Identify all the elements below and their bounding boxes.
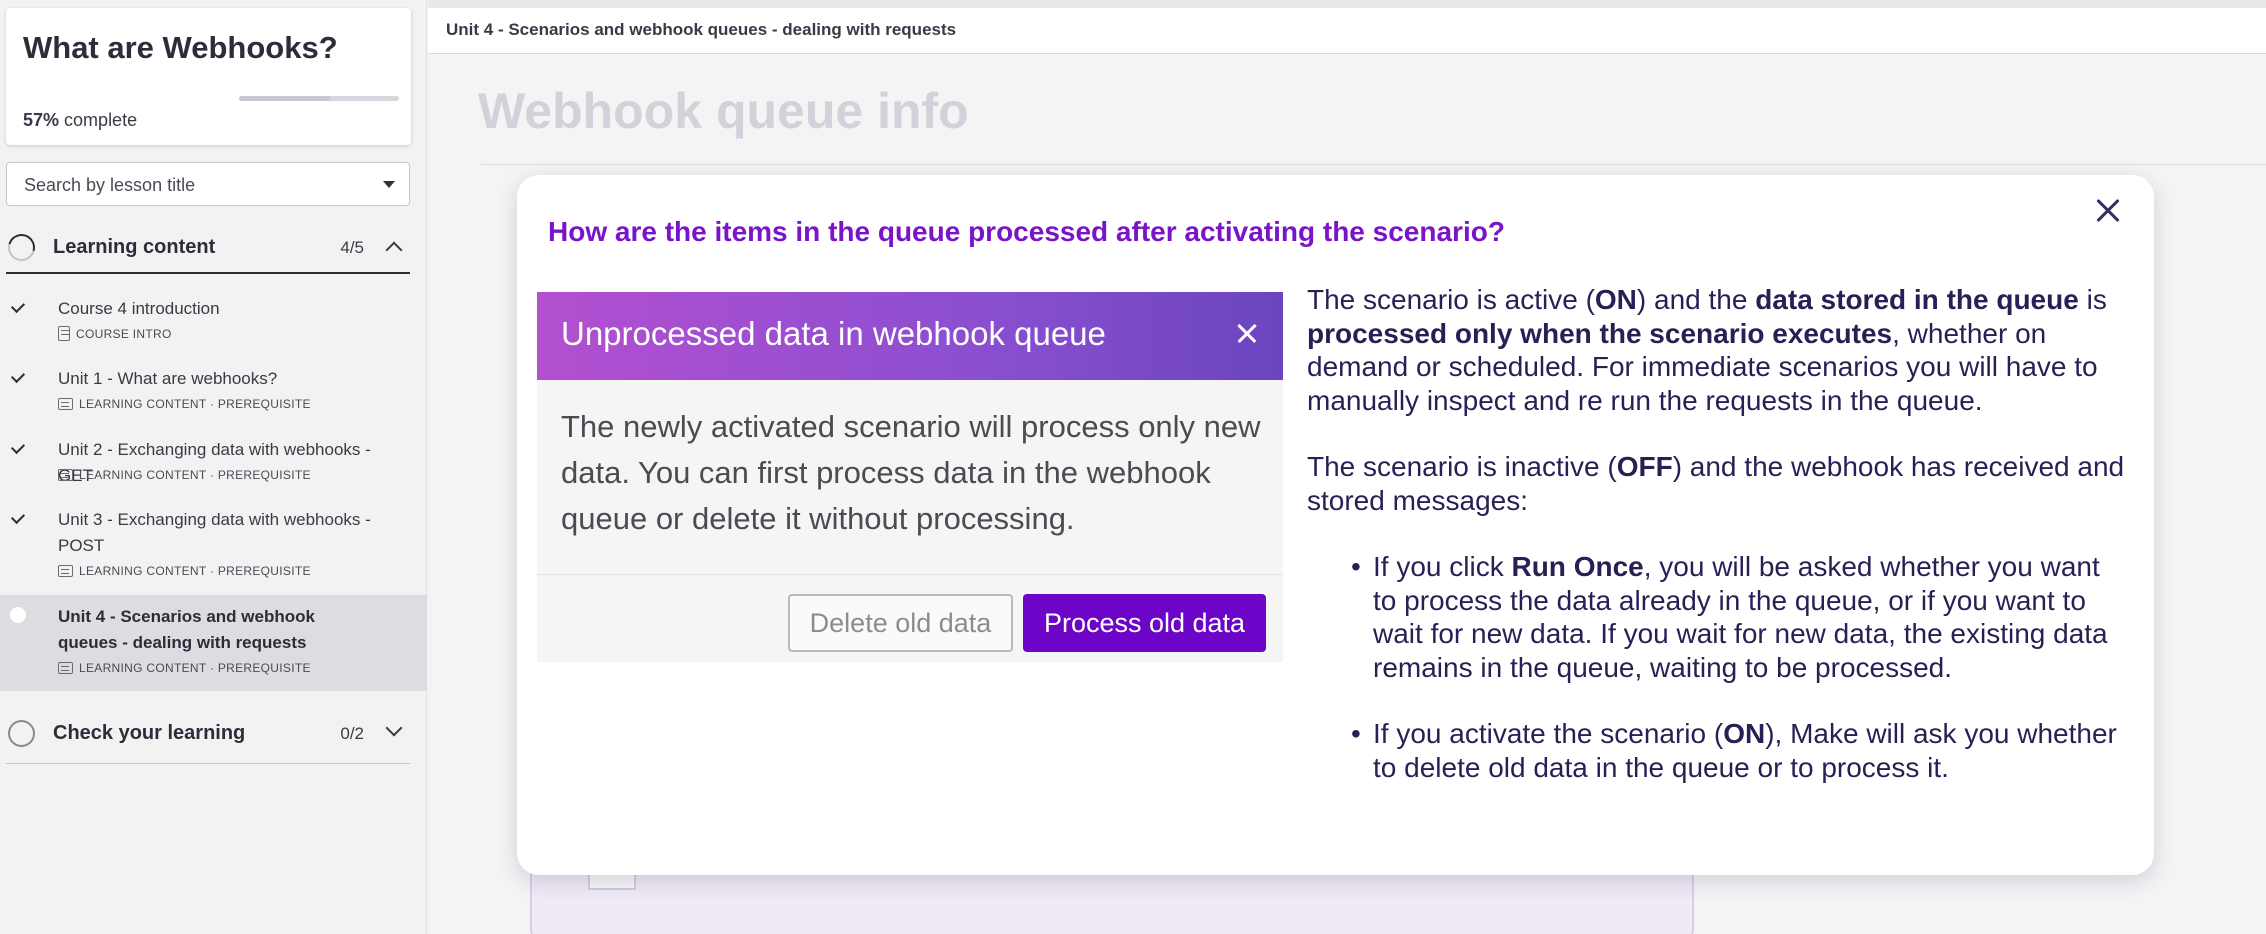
text-strong: ON (1594, 284, 1637, 315)
caret-down-icon (383, 181, 395, 188)
explanation-active: The scenario is active (ON) and the data… (1307, 283, 2127, 417)
text-run: The scenario is active ( (1307, 284, 1595, 315)
lesson-meta: LEARNING CONTENT · PREREQUISITE (58, 564, 311, 578)
document-icon (58, 326, 70, 341)
lesson-title: Unit 3 - Exchanging data with webhooks -… (58, 510, 371, 555)
explanation-inactive: The scenario is inactive (OFF) and the w… (1307, 450, 2127, 517)
slides-icon (58, 398, 73, 410)
text-strong: OFF (1616, 451, 1673, 482)
lesson-meta: COURSE INTRO (58, 326, 172, 341)
slides-icon (58, 565, 73, 577)
list-item: If you click Run Once, you will be asked… (1351, 550, 2127, 684)
heading-divider (481, 164, 2266, 165)
breadcrumb-bar: Unit 4 - Scenarios and webhook queues - … (428, 8, 2266, 54)
checkmark-icon (10, 439, 26, 455)
progress-percent: 57% (23, 110, 60, 130)
delete-old-data-button: Delete old data (788, 594, 1013, 652)
page-heading: Webhook queue info (478, 83, 969, 139)
lesson-meta-text: COURSE INTRO (76, 326, 172, 341)
text-run: If you activate the scenario ( (1373, 718, 1724, 749)
slides-icon (58, 469, 73, 481)
lesson-item-unit-1[interactable]: Unit 1 - What are webhooks? LEARNING CON… (0, 366, 427, 428)
section-count: 4/5 (340, 238, 364, 257)
lesson-meta: LEARNING CONTENT · PREREQUISITE (58, 661, 311, 675)
queue-dialog-screenshot: Unprocessed data in webhook queue The ne… (537, 292, 1283, 662)
slides-icon (58, 662, 73, 674)
checkmark-icon (10, 298, 26, 314)
lesson-item-unit-3[interactable]: Unit 3 - Exchanging data with webhooks -… (0, 507, 427, 593)
lesson-title: Unit 4 - Scenarios and webhook queues - … (58, 607, 315, 652)
lesson-item-unit-4[interactable]: Unit 4 - Scenarios and webhook queues - … (0, 595, 427, 691)
close-icon (1235, 322, 1257, 344)
progress-suffix: complete (64, 110, 138, 130)
section-label: Check your learning (53, 722, 246, 744)
text-run: ) and the (1636, 284, 1756, 315)
close-icon[interactable] (2090, 193, 2126, 229)
chevron-down-icon[interactable] (385, 719, 403, 737)
top-strip (428, 0, 2266, 8)
dialog-title: Unprocessed data in webhook queue (561, 315, 1106, 352)
lesson-search-dropdown[interactable]: Search by lesson title (6, 162, 410, 206)
modal-question: How are the items in the queue processed… (548, 216, 1505, 247)
course-summary-card: What are Webhooks? 57% complete (6, 8, 411, 145)
dialog-divider (537, 574, 1283, 575)
text-run: If you click (1373, 551, 1512, 582)
progress-bar-fill (239, 96, 331, 101)
lesson-title: Course 4 introduction (58, 299, 220, 318)
text-strong: processed only when the scenario execute… (1307, 317, 1893, 349)
text-run: is (2078, 284, 2107, 315)
breadcrumb: Unit 4 - Scenarios and webhook queues - … (446, 20, 957, 39)
explanation-list: If you click Run Once, you will be asked… (1351, 550, 2127, 784)
process-old-data-button: Process old data (1023, 594, 1266, 652)
text-strong: ON (1723, 718, 1766, 749)
dialog-body: The newly activated scenario will proces… (561, 409, 1261, 536)
course-sidebar: What are Webhooks? 57% complete Search b… (0, 0, 427, 934)
dialog-header: Unprocessed data in webhook queue (537, 292, 1283, 380)
text-strong: Run Once (1511, 551, 1644, 582)
lesson-search-placeholder: Search by lesson title (24, 175, 196, 195)
explanation-text: The scenario is active (ON) and the data… (1307, 283, 2127, 817)
section-count: 0/2 (340, 724, 364, 743)
checkmark-icon (10, 509, 26, 525)
lesson-item-unit-2[interactable]: Unit 2 - Exchanging data with webhooks -… (0, 437, 427, 499)
progress-ring-icon (3, 229, 40, 266)
chevron-up-icon[interactable] (385, 241, 403, 259)
lesson-meta-text: LEARNING CONTENT · PREREQUISITE (79, 661, 311, 675)
section-learning-content[interactable]: Learning content 4/5 (3, 222, 410, 274)
text-run: The scenario is inactive ( (1307, 451, 1617, 482)
lesson-item-course-intro[interactable]: Course 4 introduction COURSE INTRO (0, 296, 427, 358)
section-label: Learning content (53, 236, 216, 258)
course-title: What are Webhooks? (23, 30, 338, 65)
lesson-meta-text: LEARNING CONTENT · PREREQUISITE (79, 468, 311, 482)
info-modal: How are the items in the queue processed… (517, 175, 2154, 875)
current-lesson-dot-icon (10, 607, 26, 623)
list-item: If you activate the scenario (ON), Make … (1351, 717, 2127, 784)
progress-bar (239, 96, 399, 101)
checkmark-icon (10, 368, 26, 384)
text-strong: data stored in the queue (1755, 284, 2079, 315)
progress-ring-icon (8, 720, 35, 747)
lesson-title: Unit 1 - What are webhooks? (58, 369, 278, 388)
lesson-meta: LEARNING CONTENT · PREREQUISITE (58, 468, 311, 482)
progress-text: 57% complete (23, 110, 137, 131)
section-check-your-learning[interactable]: Check your learning 0/2 (6, 708, 410, 764)
lesson-meta-text: LEARNING CONTENT · PREREQUISITE (79, 397, 311, 411)
lesson-meta-text: LEARNING CONTENT · PREREQUISITE (79, 564, 311, 578)
lesson-meta: LEARNING CONTENT · PREREQUISITE (58, 397, 311, 411)
